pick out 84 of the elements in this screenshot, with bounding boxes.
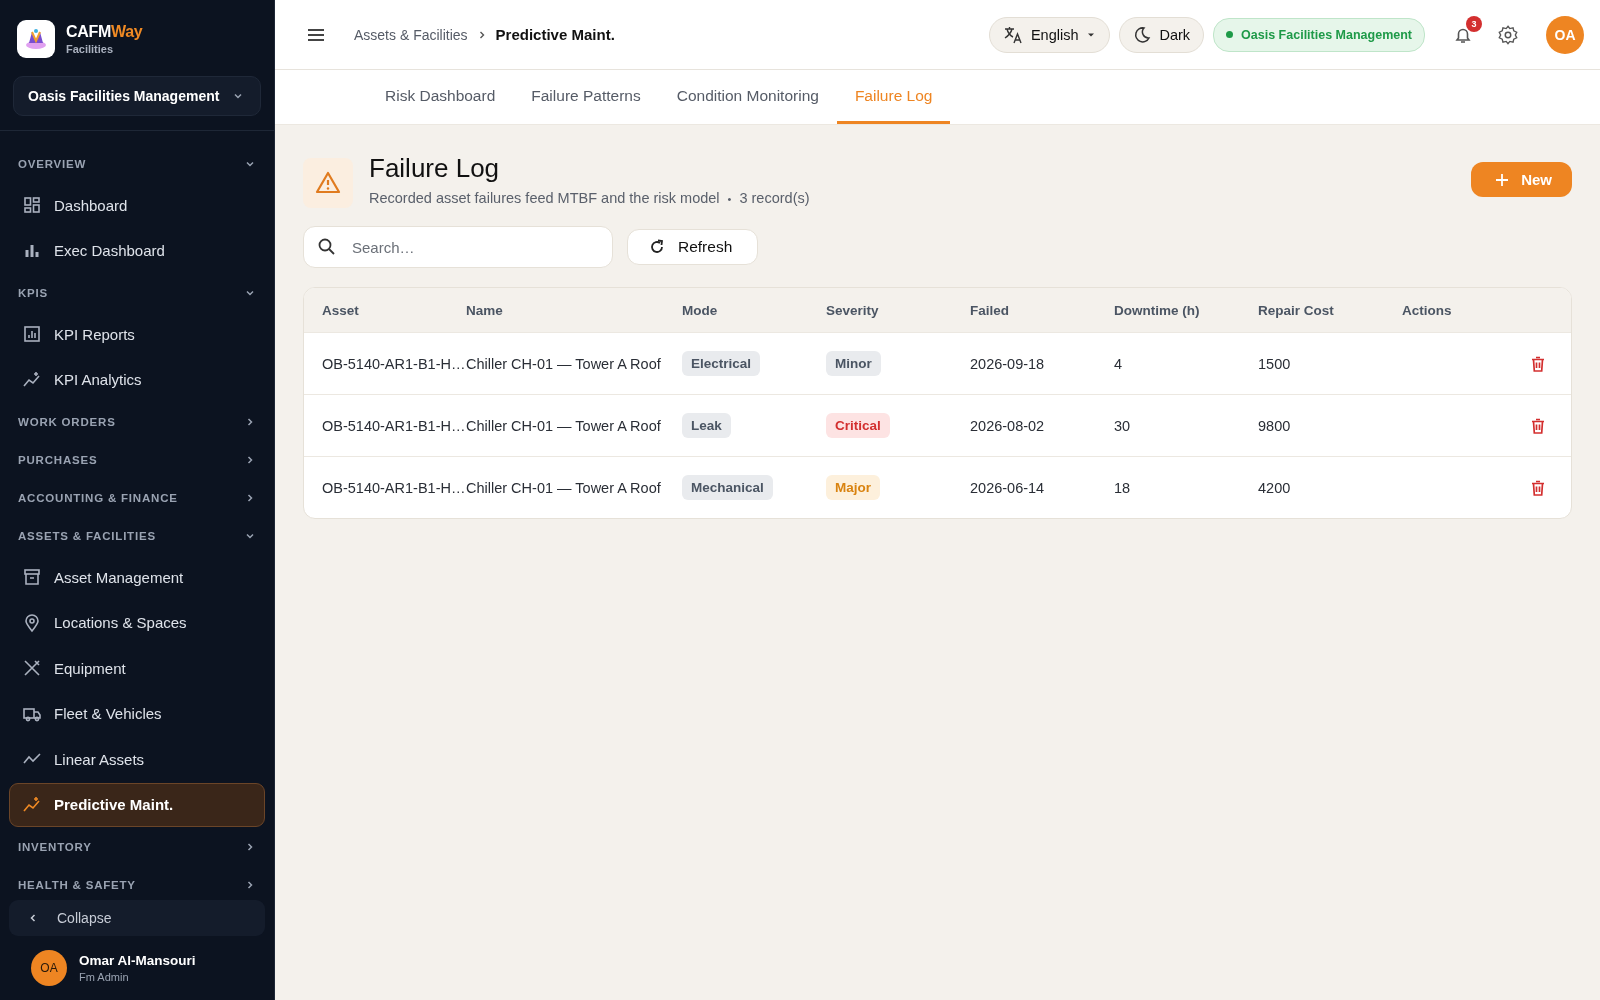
table-cell-text: 2026-06-14 bbox=[970, 479, 1046, 496]
column-header: Asset bbox=[322, 302, 360, 318]
severity-tag: Minor bbox=[826, 351, 881, 376]
table-cell-text: Chiller CH-01 — Tower A Roof bbox=[466, 417, 662, 434]
organization-selector[interactable]: Oasis Facilities Management bbox=[13, 76, 261, 116]
severity-tag: Critical bbox=[826, 413, 890, 438]
brand-name: CAFMWay bbox=[66, 23, 143, 41]
organization-badge: Oasis Facilities Management bbox=[1213, 17, 1425, 52]
table-cell-text: Chiller CH-01 — Tower A Roof bbox=[466, 355, 662, 372]
delete-icon[interactable] bbox=[1529, 354, 1547, 373]
user-avatar: OA bbox=[31, 950, 67, 986]
table-cell-text: 4200 bbox=[1258, 479, 1292, 496]
mode-tag: Leak bbox=[682, 413, 731, 438]
nav-item[interactable]: Fleet & Vehicles bbox=[9, 691, 265, 736]
refresh-icon bbox=[648, 238, 666, 256]
nav-item[interactable]: Equipment bbox=[9, 646, 265, 690]
table-cell-text: 2026-09-18 bbox=[970, 355, 1046, 372]
logo-icon bbox=[23, 26, 49, 52]
nav-section-header[interactable]: ACCOUNTING & FINANCE bbox=[9, 479, 265, 517]
nav-item[interactable]: Locations & Spaces bbox=[9, 600, 265, 645]
record-count: 3 record(s) bbox=[739, 190, 810, 208]
report-icon bbox=[22, 324, 42, 344]
page-title: Failure Log bbox=[369, 153, 501, 184]
nav-section-header[interactable]: PURCHASES bbox=[9, 441, 265, 479]
nav-item[interactable]: Linear Assets bbox=[9, 737, 265, 781]
delete-icon[interactable] bbox=[1529, 416, 1547, 435]
page-subtitle: Recorded asset failures feed MTBF and the risk model bbox=[369, 190, 720, 208]
separator-dot: • bbox=[727, 192, 732, 207]
nav-section-header[interactable]: OVERVIEW bbox=[9, 145, 265, 183]
nav-item[interactable]: KPI Reports bbox=[9, 312, 265, 356]
translate-icon bbox=[1002, 24, 1023, 45]
user-name: Omar Al-Mansouri bbox=[79, 953, 196, 968]
settings-icon[interactable] bbox=[1497, 23, 1519, 46]
nav-section-header[interactable]: WORK ORDERS bbox=[9, 403, 265, 441]
nav-item[interactable]: Predictive Maint. bbox=[9, 782, 265, 827]
tab[interactable]: Risk Dashboard bbox=[367, 70, 514, 124]
table-cell-text: 30 bbox=[1114, 417, 1132, 434]
breadcrumb-link[interactable]: Assets & Facilities bbox=[354, 26, 468, 43]
nav-item[interactable]: Dashboard bbox=[9, 183, 265, 227]
mode-tag: Electrical bbox=[682, 351, 761, 376]
table-cell: OB-5140-AR1-B1-H… bbox=[322, 417, 466, 434]
search-field[interactable]: Search… bbox=[303, 226, 613, 268]
table-cell: OB-5140-AR1-B1-H… bbox=[322, 355, 466, 372]
table-cell-text: 9800 bbox=[1258, 417, 1292, 434]
column-header: Downtime (h) bbox=[1114, 302, 1201, 318]
nav-item[interactable]: KPI Analytics bbox=[9, 357, 265, 402]
table-cell: OB-5140-AR1-B1-H… bbox=[322, 479, 466, 496]
breadcrumb-current: Predictive Maint. bbox=[495, 26, 615, 43]
search-icon bbox=[317, 237, 337, 257]
column-header: Mode bbox=[682, 302, 719, 318]
column-header: Name bbox=[466, 302, 504, 318]
table-cell-text: 18 bbox=[1114, 479, 1132, 496]
dashboard-icon bbox=[22, 195, 42, 215]
nav-section-header[interactable]: KPIS bbox=[9, 274, 265, 312]
user-role: Fm Admin bbox=[79, 971, 130, 983]
mode-tag: Mechanical bbox=[682, 475, 773, 500]
tab[interactable]: Failure Patterns bbox=[513, 70, 659, 124]
theme-toggle[interactable]: Dark bbox=[1119, 16, 1205, 53]
nav-section-header[interactable]: HEALTH & SAFETY bbox=[9, 866, 265, 894]
plus-icon bbox=[1495, 172, 1510, 187]
table-cell-text: Chiller CH-01 — Tower A Roof bbox=[466, 479, 662, 496]
column-header: Failed bbox=[970, 302, 1010, 318]
tab[interactable]: Condition Monitoring bbox=[658, 70, 837, 124]
column-header: Repair Cost bbox=[1258, 302, 1335, 318]
nav-section-header[interactable]: ASSETS & FACILITIES bbox=[9, 517, 265, 555]
column-header: Actions bbox=[1402, 302, 1453, 318]
refresh-button[interactable]: Refresh bbox=[627, 229, 759, 265]
archive-icon bbox=[22, 567, 42, 587]
table-cell-text: 1500 bbox=[1258, 355, 1292, 372]
moon-icon bbox=[1133, 25, 1152, 44]
warning-icon bbox=[303, 158, 353, 208]
language-selector[interactable]: English bbox=[988, 16, 1111, 53]
delete-icon[interactable] bbox=[1529, 478, 1547, 497]
notification-count: 3 bbox=[1466, 15, 1482, 32]
table-cell-text: 4 bbox=[1114, 355, 1124, 372]
brand-subtitle: Facilities bbox=[66, 43, 115, 55]
column-header: Severity bbox=[826, 302, 880, 318]
collapse-button[interactable]: Collapse bbox=[9, 900, 265, 936]
table-cell-text: 2026-08-02 bbox=[970, 417, 1046, 434]
severity-tag: Major bbox=[826, 475, 880, 500]
nav-item[interactable]: Exec Dashboard bbox=[9, 228, 265, 273]
nav-item[interactable]: Asset Management bbox=[9, 555, 265, 599]
location-pin-icon bbox=[22, 612, 42, 633]
nav-section-header[interactable]: INVENTORY bbox=[9, 828, 265, 866]
